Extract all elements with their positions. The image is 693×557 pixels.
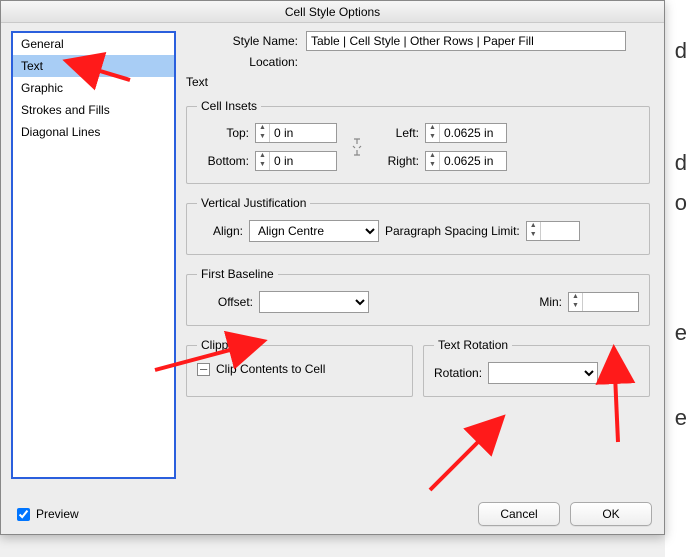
location-label: Location: (186, 55, 306, 69)
stepper-arrows-icon[interactable]: ▲▼ (256, 124, 270, 142)
cancel-button[interactable]: Cancel (478, 502, 560, 526)
cell-insets-group: Cell Insets Top: ▲▼ Left: ▲▼ Bo (186, 99, 650, 184)
sidebar-item-diagonal-lines[interactable]: Diagonal Lines (13, 121, 174, 143)
bottom-input[interactable] (270, 152, 330, 170)
clipping-legend: Clipping (197, 338, 248, 352)
min-label: Min: (539, 295, 562, 309)
min-stepper[interactable]: ▲▼ (568, 292, 639, 312)
first-baseline-group: First Baseline Offset: Min: ▲▼ (186, 267, 650, 326)
mixed-checkbox-icon[interactable] (197, 363, 210, 376)
unlink-icon[interactable] (337, 138, 377, 156)
vj-legend: Vertical Justification (197, 196, 310, 210)
style-name-input[interactable] (306, 31, 626, 51)
window-titlebar: Cell Style Options (1, 1, 664, 23)
top-stepper[interactable]: ▲▼ (255, 123, 337, 143)
top-label: Top: (197, 126, 255, 140)
dialog-footer: Preview Cancel OK (1, 494, 664, 534)
left-input[interactable] (440, 124, 500, 142)
min-input[interactable] (583, 293, 638, 311)
left-label: Left: (377, 126, 425, 140)
section-title: Text (186, 75, 650, 89)
bottom-background (0, 535, 665, 557)
stepper-arrows-icon[interactable]: ▲▼ (569, 293, 583, 311)
main-panel: Style Name: Location: Text Cell Insets T… (182, 31, 654, 479)
dialog-window: Cell Style Options General Text Graphic … (0, 0, 665, 535)
rotation-select[interactable] (488, 362, 598, 384)
style-name-label: Style Name: (186, 34, 306, 48)
offset-select[interactable] (259, 291, 369, 313)
right-stepper[interactable]: ▲▼ (425, 151, 507, 171)
clip-contents-label: Clip Contents to Cell (216, 362, 325, 376)
text-rotation-group: Text Rotation Rotation: (423, 338, 650, 397)
clipping-group: Clipping Clip Contents to Cell (186, 338, 413, 397)
sidebar-item-general[interactable]: General (13, 33, 174, 55)
preview-check[interactable]: Preview (13, 505, 79, 524)
sidebar-item-strokes-fills[interactable]: Strokes and Fills (13, 99, 174, 121)
background-strip: d d o e e (663, 0, 693, 557)
bottom-stepper[interactable]: ▲▼ (255, 151, 337, 171)
left-stepper[interactable]: ▲▼ (425, 123, 507, 143)
sidebar-item-graphic[interactable]: Graphic (13, 77, 174, 99)
rotation-legend: Text Rotation (434, 338, 512, 352)
cell-insets-legend: Cell Insets (197, 99, 261, 113)
preview-checkbox[interactable] (17, 508, 30, 521)
right-label: Right: (377, 154, 425, 168)
spacing-limit-input[interactable] (541, 222, 579, 240)
vertical-justification-group: Vertical Justification Align: Align Cent… (186, 196, 650, 255)
stepper-arrows-icon[interactable]: ▲▼ (527, 222, 541, 240)
stepper-arrows-icon[interactable]: ▲▼ (426, 124, 440, 142)
spacing-limit-stepper[interactable]: ▲▼ (526, 221, 580, 241)
ok-button[interactable]: OK (570, 502, 652, 526)
fb-legend: First Baseline (197, 267, 278, 281)
top-input[interactable] (270, 124, 330, 142)
stepper-arrows-icon[interactable]: ▲▼ (426, 152, 440, 170)
stepper-arrows-icon[interactable]: ▲▼ (256, 152, 270, 170)
right-input[interactable] (440, 152, 500, 170)
window-title: Cell Style Options (285, 5, 380, 19)
align-select[interactable]: Align Centre (249, 220, 379, 242)
sidebar-item-text[interactable]: Text (13, 55, 174, 77)
offset-label: Offset: (197, 295, 253, 309)
bottom-label: Bottom: (197, 154, 255, 168)
clip-contents-check[interactable]: Clip Contents to Cell (197, 362, 402, 376)
align-label: Align: (197, 224, 243, 238)
rotation-label: Rotation: (434, 366, 482, 380)
preview-label: Preview (36, 507, 79, 521)
spacing-limit-label: Paragraph Spacing Limit: (385, 224, 520, 238)
category-sidebar: General Text Graphic Strokes and Fills D… (11, 31, 176, 479)
